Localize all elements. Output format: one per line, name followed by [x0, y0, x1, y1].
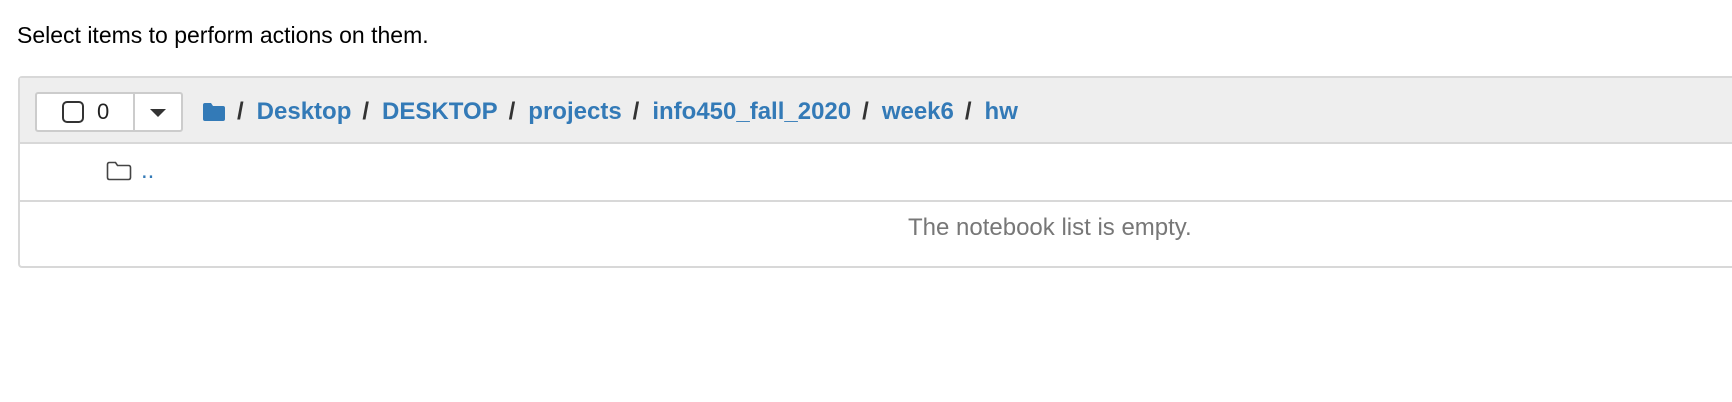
breadcrumb-item-hw[interactable]: hw [985, 98, 1018, 126]
breadcrumb-separator: / [964, 98, 972, 125]
breadcrumb-item-course[interactable]: info450_fall_2020 [652, 98, 851, 126]
breadcrumb: / Desktop / DESKTOP / projects / info450… [202, 92, 1018, 132]
breadcrumb-item-projects[interactable]: projects [528, 98, 621, 126]
breadcrumb-separator: / [862, 98, 869, 125]
selected-count: 0 [97, 99, 110, 124]
folder-filled-icon[interactable] [202, 102, 226, 122]
parent-directory-row[interactable]: .. [20, 144, 1732, 202]
breadcrumb-item-desktop[interactable]: Desktop [257, 98, 352, 126]
folder-outline-icon [106, 161, 132, 186]
select-all-button[interactable]: 0 [37, 94, 135, 130]
select-all-control: 0 [35, 92, 183, 132]
notebook-list-panel: 0 / Desktop / DESKTOP / projects / info4… [18, 76, 1732, 268]
breadcrumb-separator: / [632, 98, 640, 125]
parent-directory-link[interactable]: .. [141, 157, 154, 185]
breadcrumb-item-week[interactable]: week6 [882, 98, 954, 126]
breadcrumb-separator: / [237, 98, 244, 125]
select-all-checkbox[interactable] [62, 101, 84, 123]
breadcrumb-separator: / [362, 98, 370, 125]
breadcrumb-item-desktop-upper[interactable]: DESKTOP [382, 98, 498, 126]
instructions-text: Select items to perform actions on them. [17, 22, 429, 48]
empty-list-row: The notebook list is empty. [20, 202, 1732, 258]
empty-list-message: The notebook list is empty. [908, 214, 1192, 241]
select-dropdown-button[interactable] [135, 94, 181, 130]
breadcrumb-separator: / [508, 98, 516, 125]
notebook-list-header: 0 / Desktop / DESKTOP / projects / info4… [20, 78, 1732, 144]
caret-down-icon [150, 109, 166, 117]
